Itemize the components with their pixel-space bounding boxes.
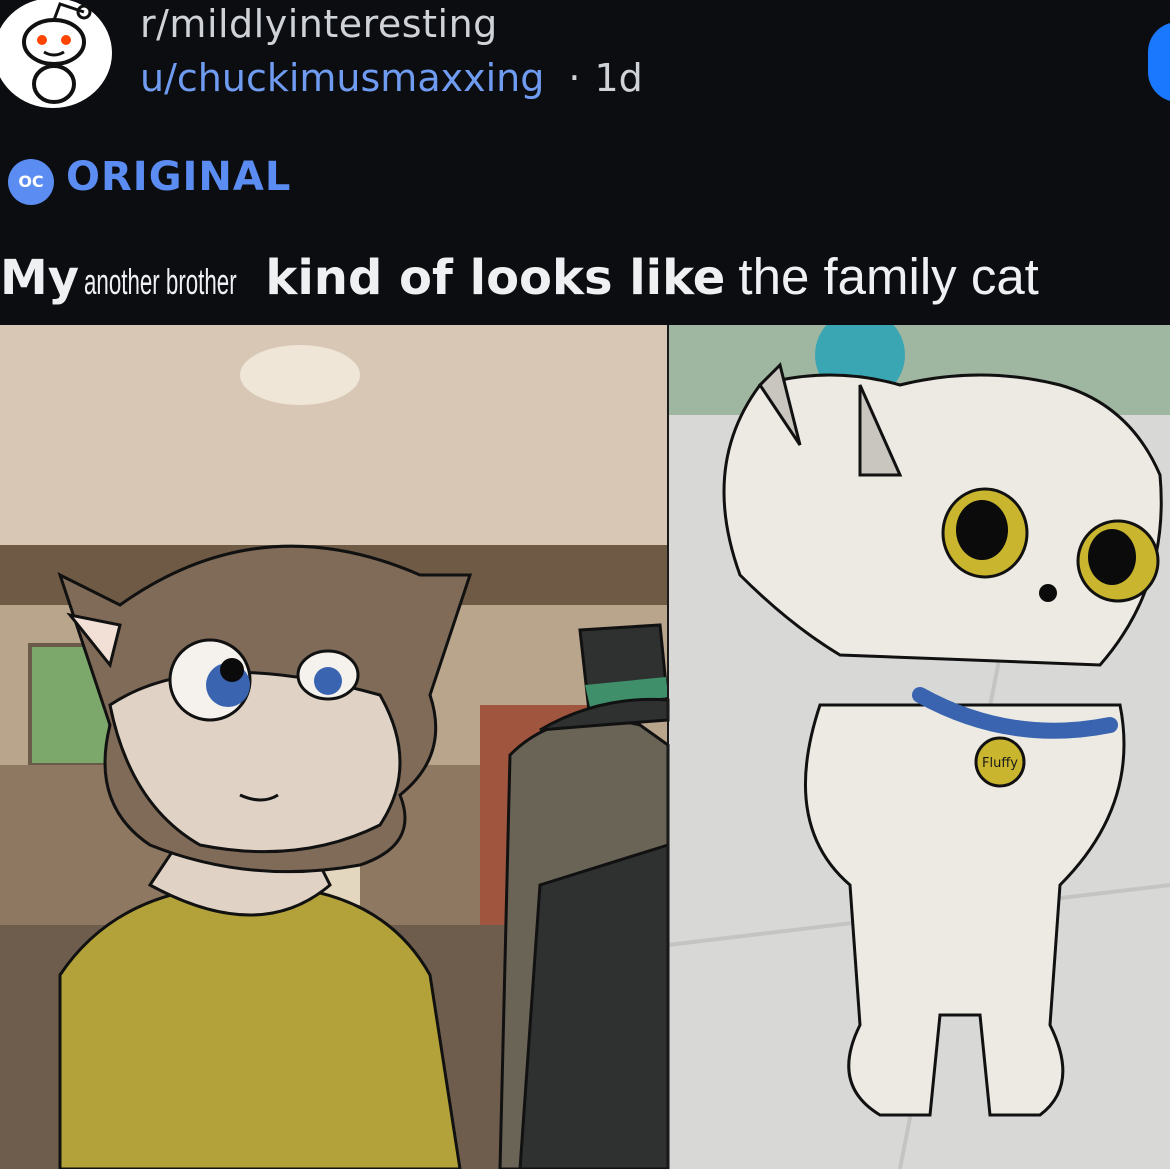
snoo-avatar-icon[interactable] [0, 0, 112, 108]
post-flair[interactable]: ORIGINAL [66, 154, 291, 200]
cat-tag-text: Fluffy [982, 756, 1018, 771]
meta-separator: · [568, 56, 581, 100]
post-image-drawing: Fluffy [0, 325, 1170, 1169]
title-part-family-cat: the family cat [738, 248, 1039, 305]
post-image[interactable]: Fluffy [0, 325, 1170, 1169]
post-age: 1d [594, 56, 643, 100]
author-link[interactable]: u/chuckimusmaxxing [140, 56, 544, 100]
subreddit-name[interactable]: r/mildlyinteresting [140, 2, 498, 46]
join-button[interactable] [1148, 22, 1170, 102]
title-part-kind-of-looks-like: kind of looks like [265, 250, 726, 306]
oc-flair-icon: OC [8, 159, 54, 205]
post-title[interactable]: My another brother kind of looks like th… [0, 247, 1039, 306]
ceiling-light [240, 345, 360, 405]
title-part-handwritten: another brother [84, 261, 237, 302]
post-meta: u/chuckimusmaxxing · 1d [140, 56, 643, 100]
title-part-my: My [0, 250, 80, 306]
snoo-drawing [22, 2, 92, 104]
